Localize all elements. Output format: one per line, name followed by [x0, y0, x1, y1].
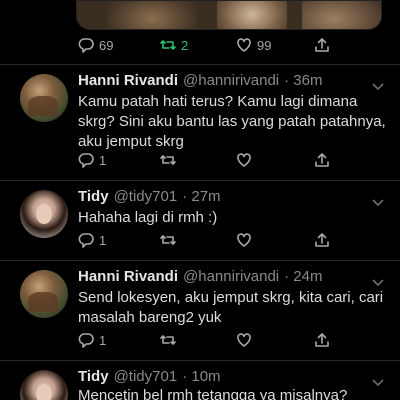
retweet-count: 2 [181, 37, 189, 53]
reply-tweet[interactable]: Hanni Rivandi @hannirivandi · 36m Kamu p… [0, 64, 400, 168]
heart-icon [237, 333, 251, 347]
reply-tweet[interactable]: Hanni Rivandi @hannirivandi · 24m Send l… [0, 260, 400, 360]
like-button[interactable] [236, 232, 252, 248]
retweet-button[interactable] [160, 332, 176, 348]
heart-icon [237, 153, 251, 167]
reply-icon [78, 333, 94, 348]
retweet-icon [160, 155, 176, 165]
timestamp[interactable]: · 10m [182, 368, 220, 385]
chevron-down-icon [372, 279, 384, 287]
timestamp[interactable]: · 27m [182, 188, 220, 205]
retweet-button[interactable]: 2 [160, 37, 188, 53]
reply-icon [78, 38, 94, 53]
heart-icon [237, 233, 251, 247]
avatar[interactable] [20, 370, 68, 400]
display-name[interactable]: Hanni Rivandi [78, 268, 178, 285]
reply-count: 1 [99, 232, 107, 248]
reply-button[interactable]: 1 [78, 332, 106, 348]
avatar[interactable] [20, 190, 68, 238]
share-icon [315, 153, 329, 167]
retweet-button[interactable] [160, 232, 176, 248]
more-options-button[interactable] [372, 274, 384, 287]
display-name[interactable]: Tidy [78, 368, 109, 385]
handle[interactable]: @hannirivandi [183, 268, 279, 285]
tweet-text: Mencetin bel rmh tetangga ya misalnya? [78, 387, 348, 400]
handle[interactable]: @tidy701 [114, 368, 178, 385]
more-options-button[interactable] [372, 194, 384, 207]
retweet-button[interactable] [160, 152, 176, 168]
reply-count: 1 [99, 332, 107, 348]
avatar[interactable] [20, 74, 68, 122]
retweet-icon [160, 335, 176, 345]
retweet-icon [160, 235, 176, 245]
reply-tweet[interactable]: Tidy @tidy701 · 27m Hahaha lagi di rmh :… [0, 180, 400, 260]
display-name[interactable]: Tidy [78, 188, 109, 205]
display-name[interactable]: Hanni Rivandi [78, 72, 178, 89]
avatar[interactable] [20, 270, 68, 318]
share-button[interactable] [314, 152, 330, 168]
share-button[interactable] [314, 232, 330, 248]
tweet-text: Send lokesyen, aku jemput skrg, kita car… [78, 289, 384, 326]
like-button[interactable] [236, 152, 252, 168]
share-button[interactable] [314, 37, 330, 53]
share-button[interactable] [314, 332, 330, 348]
tweet-text: Kamu patah hati terus? Kamu lagi dimana … [78, 93, 386, 150]
handle[interactable]: @tidy701 [114, 188, 178, 205]
share-icon [315, 233, 329, 247]
heart-icon [237, 38, 251, 52]
tweet-media-image[interactable] [76, 0, 382, 30]
reply-count: 1 [99, 152, 107, 168]
reply-icon [78, 153, 94, 168]
like-button[interactable]: 99 [236, 37, 271, 53]
timestamp[interactable]: · 24m [284, 268, 322, 285]
chevron-down-icon [372, 83, 384, 91]
reply-button[interactable]: 69 [78, 37, 113, 53]
chevron-down-icon [372, 199, 384, 207]
share-icon [315, 38, 329, 52]
like-count: 99 [257, 37, 272, 53]
like-button[interactable] [236, 332, 252, 348]
more-options-button[interactable] [372, 78, 384, 91]
more-options-button[interactable] [372, 374, 384, 387]
top-tweet-actions: 69 2 99 [78, 37, 378, 57]
tweet-text: Hahaha lagi di rmh :) [78, 209, 218, 226]
timestamp[interactable]: · 36m [284, 72, 322, 89]
reply-tweet[interactable]: Tidy @tidy701 · 10m Mencetin bel rmh tet… [0, 360, 400, 400]
reply-icon [78, 233, 94, 248]
reply-button[interactable]: 1 [78, 232, 106, 248]
reply-button[interactable]: 1 [78, 152, 106, 168]
handle[interactable]: @hannirivandi [183, 72, 279, 89]
retweet-icon [160, 40, 176, 50]
share-icon [315, 333, 329, 347]
reply-count: 69 [99, 37, 114, 53]
